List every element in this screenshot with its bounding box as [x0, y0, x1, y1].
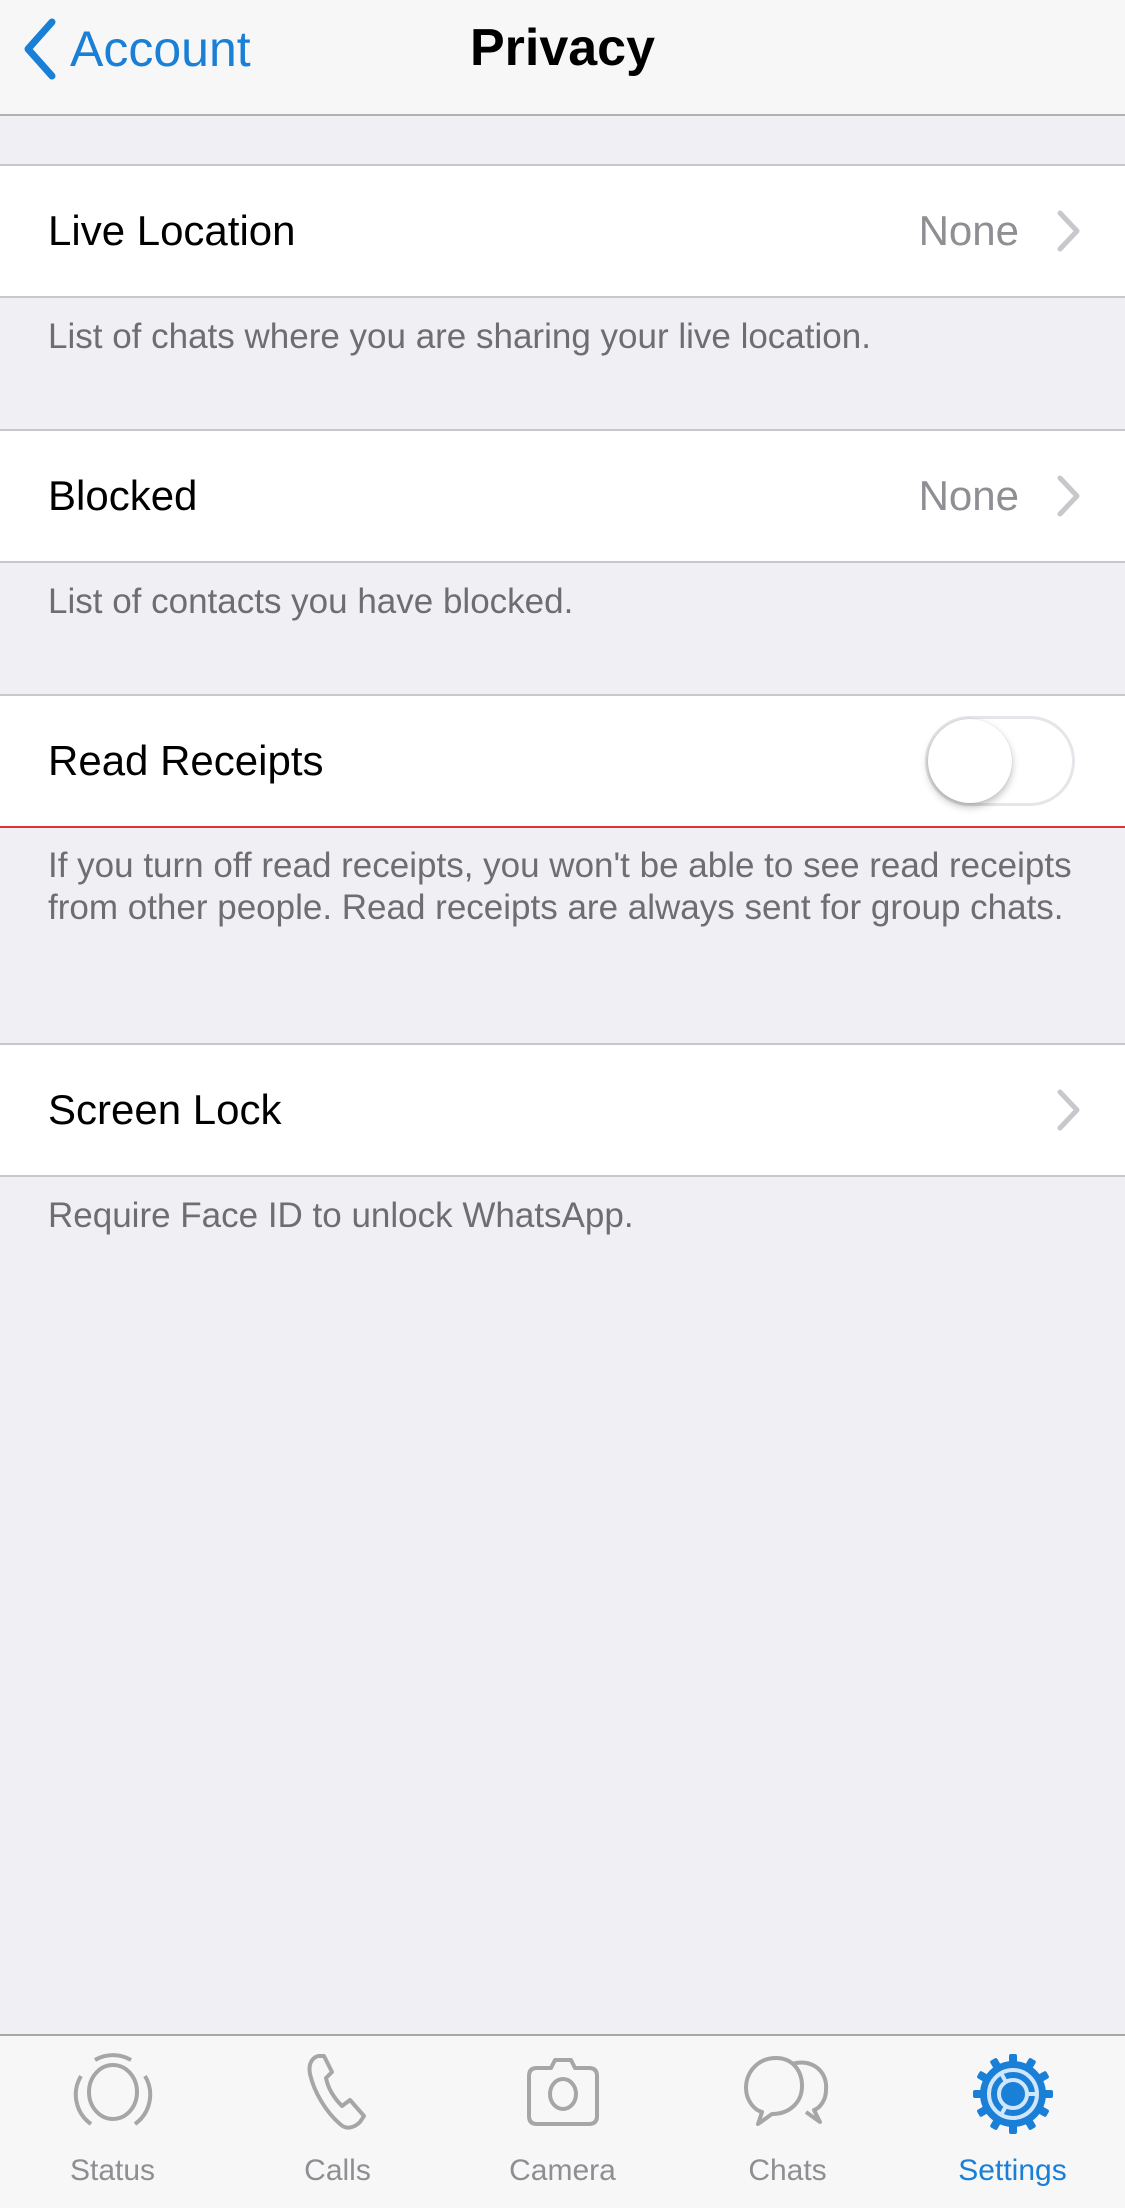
gear-icon: [972, 2054, 1053, 2134]
toggle-knob: [928, 719, 1012, 803]
live-location-value: None: [918, 207, 1019, 254]
tab-camera[interactable]: Camera: [450, 2036, 675, 2208]
tab-chats[interactable]: Chats: [675, 2036, 900, 2208]
chevron-right-icon: [1057, 475, 1080, 517]
tab-settings-label: Settings: [958, 2154, 1067, 2187]
screen-lock-label: Screen Lock: [48, 1086, 282, 1133]
blocked-footer: List of contacts you have blocked.: [48, 582, 574, 621]
screen-lock-footer: Require Face ID to unlock WhatsApp.: [48, 1196, 634, 1235]
camera-icon: [526, 2058, 599, 2126]
status-icon: [73, 2053, 152, 2126]
tab-calls-label: Calls: [304, 2154, 371, 2187]
tab-bar: Status Calls Camera Chats Settings: [0, 2034, 1125, 2208]
live-location-label: Live Location: [48, 207, 296, 254]
page-title: Privacy: [469, 19, 656, 77]
read-receipts-footer: If you turn off read receipts, you won't…: [48, 846, 1072, 927]
tab-chats-label: Chats: [748, 2154, 827, 2187]
phone-icon: [307, 2054, 366, 2130]
chevron-right-icon: [1057, 210, 1080, 252]
navigation-bar: Account Privacy: [0, 0, 1125, 116]
read-receipts-row: Read Receipts: [0, 694, 1125, 828]
blocked-row[interactable]: Blocked None: [0, 429, 1125, 563]
live-location-row[interactable]: Live Location None: [0, 164, 1125, 298]
chevron-right-icon: [1057, 1089, 1080, 1131]
blocked-value: None: [918, 472, 1019, 519]
tab-status[interactable]: Status: [0, 2036, 225, 2208]
screen-lock-row[interactable]: Screen Lock: [0, 1043, 1125, 1177]
live-location-footer: List of chats where you are sharing your…: [48, 317, 871, 356]
blocked-label: Blocked: [48, 472, 198, 519]
read-receipts-toggle[interactable]: [925, 716, 1075, 806]
chat-bubbles-icon: [743, 2056, 828, 2126]
read-receipts-label: Read Receipts: [48, 737, 324, 784]
tab-settings[interactable]: Settings: [900, 2036, 1125, 2208]
tab-calls[interactable]: Calls: [225, 2036, 450, 2208]
tab-camera-label: Camera: [509, 2154, 616, 2187]
tab-status-label: Status: [69, 2154, 156, 2187]
